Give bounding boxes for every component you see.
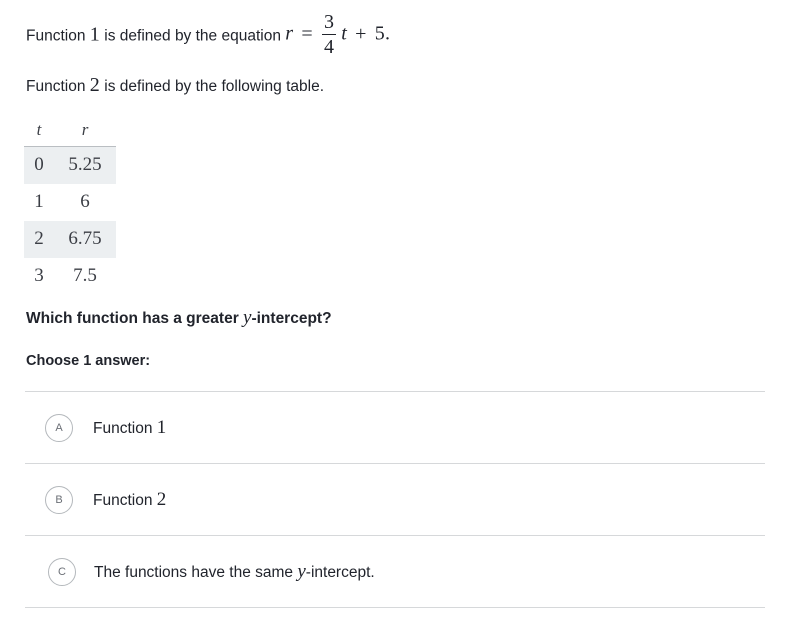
table-cell-r: 7.5 [73, 264, 97, 286]
function2-suffix-text: is defined by the following table. [104, 78, 325, 95]
option-badge-a[interactable]: A [45, 413, 73, 442]
table-row: 16 [24, 184, 116, 221]
function1-middle-text: is defined by the equation [104, 27, 281, 45]
table-row: 3 7.5 [24, 258, 116, 295]
option-label-number: 2 [156, 488, 167, 510]
option-divider [25, 607, 765, 608]
table-header-t: t [24, 118, 54, 147]
function2-value-table: t r 0 5.25 1 6 2 6.75 3 7.5 [24, 118, 116, 294]
question-text-after: -intercept? [251, 310, 332, 327]
fraction-numerator: 3 [323, 11, 334, 33]
function2-number: 2 [89, 74, 100, 96]
table-cell-r: 5.25 [54, 146, 116, 184]
option-label-b: Function 2 [93, 489, 166, 511]
function1-statement: Function 1 is defined by the equation r … [26, 11, 391, 59]
equation-lhs-variable: r [285, 22, 294, 45]
fraction-denominator: 4 [323, 36, 334, 58]
option-badge-b[interactable]: B [45, 485, 73, 514]
option-badge-c[interactable]: C [48, 557, 76, 586]
answer-option-b[interactable]: B Function 2 [0, 464, 790, 535]
table-header-row: t r [24, 118, 116, 147]
table-cell-r: 6 [80, 190, 90, 212]
function1-number: 1 [89, 23, 100, 46]
table-body: 0 5.25 1 6 2 6.75 3 7.5 [24, 146, 116, 295]
option-label-prefix: Function [93, 491, 157, 509]
table-cell-t: 2 [24, 220, 54, 258]
table-cell-r: 6.75 [54, 220, 116, 258]
option-label-c: The functions have the same y-intercept. [94, 561, 375, 583]
table-cell-t: 3 [34, 264, 44, 286]
fraction-bar [321, 34, 336, 35]
equation-slope-variable: t [341, 22, 347, 45]
answer-option-a[interactable]: A Function 1 [0, 392, 790, 463]
table-cell-t: 1 [34, 190, 44, 212]
equation-equals-sign: = [301, 22, 313, 45]
table-row: 2 6.75 [24, 220, 116, 258]
function1-prefix: Function [26, 27, 86, 45]
option-label-a: Function 1 [93, 417, 166, 439]
option-label-prefix: Function [93, 419, 157, 437]
table-header-r: r [54, 118, 116, 147]
equation-fraction: 3 4 [321, 11, 336, 58]
function2-statement: Function 2 is defined by the following t… [26, 71, 324, 99]
question-text-before: Which function has a greater [26, 310, 244, 327]
question-prompt: Which function has a greater y-intercept… [26, 307, 332, 329]
choose-answer-label: Choose 1 answer: [26, 353, 151, 369]
equation-plus-sign: + [355, 22, 367, 45]
answer-options-list: A Function 1 B Function 2 C The functions hav… [0, 391, 790, 608]
equation-intercept: 5 [374, 22, 385, 45]
function2-prefix: Function [26, 78, 86, 95]
table-cell-t: 0 [24, 146, 54, 184]
equation-period: . [384, 22, 391, 45]
option-label-prefix: The functions have the same [94, 563, 298, 581]
option-label-variable-y: y [297, 560, 306, 582]
answer-option-c[interactable]: C The functions have the same y-intercept… [0, 536, 790, 607]
function1-equation: r = 3 4 t + 5. [285, 11, 391, 58]
option-label-suffix: -intercept. [305, 563, 375, 581]
option-label-number: 1 [156, 416, 167, 438]
table-row: 0 5.25 [24, 146, 116, 184]
